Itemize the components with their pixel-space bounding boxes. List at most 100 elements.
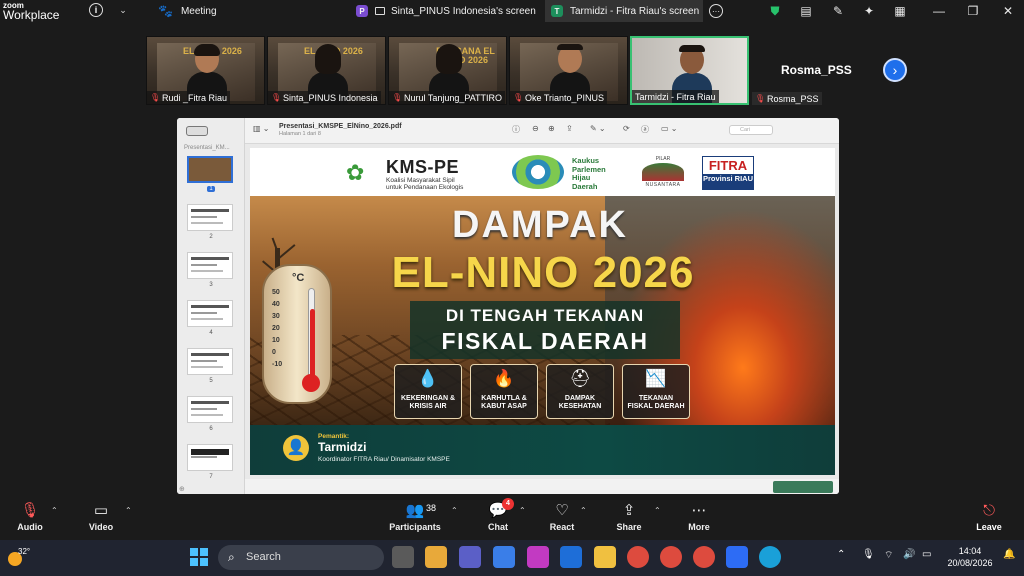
audio-button[interactable]: 🎙 Audio bbox=[12, 501, 48, 537]
teams-icon[interactable] bbox=[459, 546, 481, 568]
participants-count: 38 bbox=[426, 503, 437, 513]
zoom-app-icon[interactable] bbox=[726, 546, 748, 568]
chevron-up-icon[interactable]: ⌃ bbox=[451, 506, 458, 515]
slide-title-line1: DAMPAK bbox=[452, 204, 628, 246]
fiscal-icon: 📉 bbox=[645, 369, 667, 388]
notes-icon[interactable]: ▤ bbox=[798, 3, 814, 19]
sidebar-view-icon[interactable]: ▥ ⌄ bbox=[253, 124, 269, 133]
participant-display-name: Rosma_PSS bbox=[781, 63, 852, 77]
page-number: 5 bbox=[209, 378, 213, 384]
search-input[interactable]: Cari bbox=[729, 125, 773, 135]
chevron-up-icon[interactable]: ⌃ bbox=[125, 506, 132, 515]
video-tile[interactable]: EL NINO 2026 🎙 Sinta_PINUS Indonesia bbox=[267, 36, 386, 105]
share-icon[interactable]: ⇪ bbox=[566, 124, 573, 133]
participant-name-label: 🎙 Sinta_PINUS Indonesia bbox=[268, 91, 381, 104]
annotate-circle-icon[interactable]: ⓐ bbox=[641, 124, 649, 135]
video-tile[interactable]: EL NINO 2026 🎙 Rudi _Fitra Riau bbox=[146, 36, 265, 105]
widgets-store-icon[interactable] bbox=[425, 546, 447, 568]
page-thumbnail[interactable] bbox=[187, 252, 233, 279]
microphone-icon[interactable]: 🎙 bbox=[862, 549, 875, 560]
wifi-icon[interactable]: ⌔ bbox=[884, 549, 893, 562]
page-thumbnail[interactable] bbox=[187, 396, 233, 423]
leave-button[interactable]: ⎋ Leave bbox=[974, 501, 1004, 537]
page-thumbnail[interactable] bbox=[187, 444, 233, 471]
battery-icon[interactable]: ▭ bbox=[922, 549, 931, 560]
outlook-icon[interactable] bbox=[560, 546, 582, 568]
info-icon[interactable]: i bbox=[89, 3, 103, 17]
task-view-icon[interactable] bbox=[392, 546, 414, 568]
copilot-icon[interactable] bbox=[493, 546, 515, 568]
taskbar-clock[interactable]: 14:04 20/08/2026 bbox=[942, 545, 998, 569]
sidebar-options-icon[interactable]: ⊕ bbox=[179, 485, 185, 493]
minimize-icon[interactable]: — bbox=[931, 3, 947, 19]
chevron-up-icon[interactable]: ⌃ bbox=[837, 549, 845, 560]
speaker-icon[interactable]: 🔊 bbox=[903, 549, 915, 560]
restore-icon[interactable]: ❐ bbox=[965, 3, 981, 19]
edge-icon[interactable] bbox=[759, 546, 781, 568]
more-button[interactable]: ⋯ More bbox=[684, 501, 714, 537]
sidebar-toggle-button[interactable] bbox=[186, 126, 208, 136]
taskbar-search[interactable]: ⌕ Search bbox=[218, 545, 384, 570]
form-icon[interactable]: ▭ ⌄ bbox=[661, 124, 677, 133]
video-tile[interactable]: BENCANA EL NINO 2026 🎙 Nurul Tanjung_PAT… bbox=[388, 36, 507, 105]
participant-name: Rudi _Fitra Riau bbox=[162, 92, 228, 103]
active-speaker-tile[interactable]: Tarmidzi - Fitra Riau bbox=[630, 36, 749, 105]
next-page-button[interactable]: › bbox=[883, 58, 907, 82]
page-thumbnail[interactable] bbox=[187, 156, 233, 183]
page-number: 6 bbox=[209, 426, 213, 432]
zoom-window: zoom Workplace i ⌄ 🐾 Meeting P Sinta_PIN… bbox=[0, 0, 1024, 576]
page-number: 3 bbox=[209, 282, 213, 288]
slide-title-line2: EL-NINO 2026 bbox=[391, 248, 695, 297]
info-icon[interactable]: ⓘ bbox=[512, 124, 520, 135]
page-thumbnail[interactable] bbox=[187, 348, 233, 375]
tab-sinta-screen[interactable]: P Sinta_PINUS Indonesia's screen bbox=[350, 0, 543, 22]
impact-card: ⛑ DAMPAK KESEHATAN bbox=[546, 364, 614, 419]
chrome-icon[interactable] bbox=[693, 546, 715, 568]
title-bar: zoom Workplace i ⌄ 🐾 Meeting P Sinta_PIN… bbox=[0, 0, 1024, 22]
video-button[interactable]: ▭ Video bbox=[84, 501, 118, 537]
weather-widget[interactable]: 32° bbox=[6, 545, 36, 571]
notification-icon[interactable]: 🔔 bbox=[1003, 549, 1015, 560]
page-thumbnail[interactable] bbox=[187, 300, 233, 327]
ai-sparkle-icon[interactable]: ✦ bbox=[861, 3, 877, 19]
close-icon[interactable]: ✕ bbox=[1000, 3, 1016, 19]
chevron-down-icon[interactable]: ⌄ bbox=[117, 3, 129, 17]
video-tile-no-video[interactable]: Rosma_PSS 🎙 Rosma_PSS bbox=[752, 36, 871, 105]
react-button[interactable]: ♡ React bbox=[546, 501, 578, 537]
clock-time: 14:04 bbox=[958, 546, 982, 556]
chevron-up-icon[interactable]: ⌃ bbox=[519, 506, 526, 515]
chevron-up-icon[interactable]: ⌃ bbox=[51, 506, 58, 515]
zoom-out-icon[interactable]: ⊖ bbox=[532, 124, 539, 133]
pilar-nusantara-logo: PILAR NUSANTARA bbox=[638, 156, 688, 190]
rotate-icon[interactable]: ⟳ bbox=[623, 124, 630, 133]
chevron-up-icon[interactable]: ⌃ bbox=[580, 506, 587, 515]
view-grid-icon[interactable]: ▦ bbox=[892, 3, 908, 19]
zoom-in-icon[interactable]: ⊕ bbox=[548, 124, 555, 133]
impact-card: 📉 TEKANAN FISKAL DAERAH bbox=[622, 364, 690, 419]
more-dots-icon: ⋯ bbox=[691, 502, 707, 519]
windows-taskbar: 32° ⌕ Search ⌃ 🎙 ⌔ 🔊 ▭ 14:04 20/08/2026 … bbox=[0, 540, 1024, 576]
shield-icon[interactable]: ⛊ bbox=[767, 3, 783, 19]
markup-icon[interactable]: ✎ ⌄ bbox=[590, 124, 606, 133]
page-thumbnail[interactable] bbox=[187, 204, 233, 231]
participant-badge: T bbox=[551, 5, 563, 17]
presenter-name: Tarmidzi bbox=[318, 440, 367, 454]
next-slide-preview bbox=[773, 481, 833, 493]
participant-name-label: 🎙 Rosma_PSS bbox=[752, 92, 822, 105]
mic-muted-icon: 🎙 bbox=[271, 92, 282, 102]
file-explorer-icon[interactable] bbox=[594, 546, 616, 568]
pdf-page-info: Halaman 1 dari 8 bbox=[279, 131, 321, 137]
chrome-icon[interactable] bbox=[627, 546, 649, 568]
tab-tarmidzi-screen[interactable]: T Tarmidzi - Fitra Riau's screen bbox=[545, 0, 703, 22]
chevron-up-icon[interactable]: ⌃ bbox=[654, 506, 661, 515]
windows-start-icon[interactable] bbox=[190, 548, 208, 566]
tab-meeting[interactable]: 🐾 Meeting bbox=[152, 0, 342, 22]
share-button[interactable]: ⇪ Share bbox=[614, 501, 644, 537]
video-tile[interactable]: 🎙 Oke Trianto_PINUS bbox=[509, 36, 628, 105]
app-icon[interactable] bbox=[527, 546, 549, 568]
annotate-icon[interactable]: ✎ bbox=[830, 3, 846, 19]
more-tabs-icon[interactable]: ··· bbox=[709, 4, 723, 18]
shared-screen: Presentasi_KM... 1 2 3 4 5 6 7 ⊕ ▥ ⌄ Pre… bbox=[177, 118, 839, 494]
kmspe-logo-title: KMS-PE bbox=[386, 157, 460, 177]
chrome-icon[interactable] bbox=[660, 546, 682, 568]
